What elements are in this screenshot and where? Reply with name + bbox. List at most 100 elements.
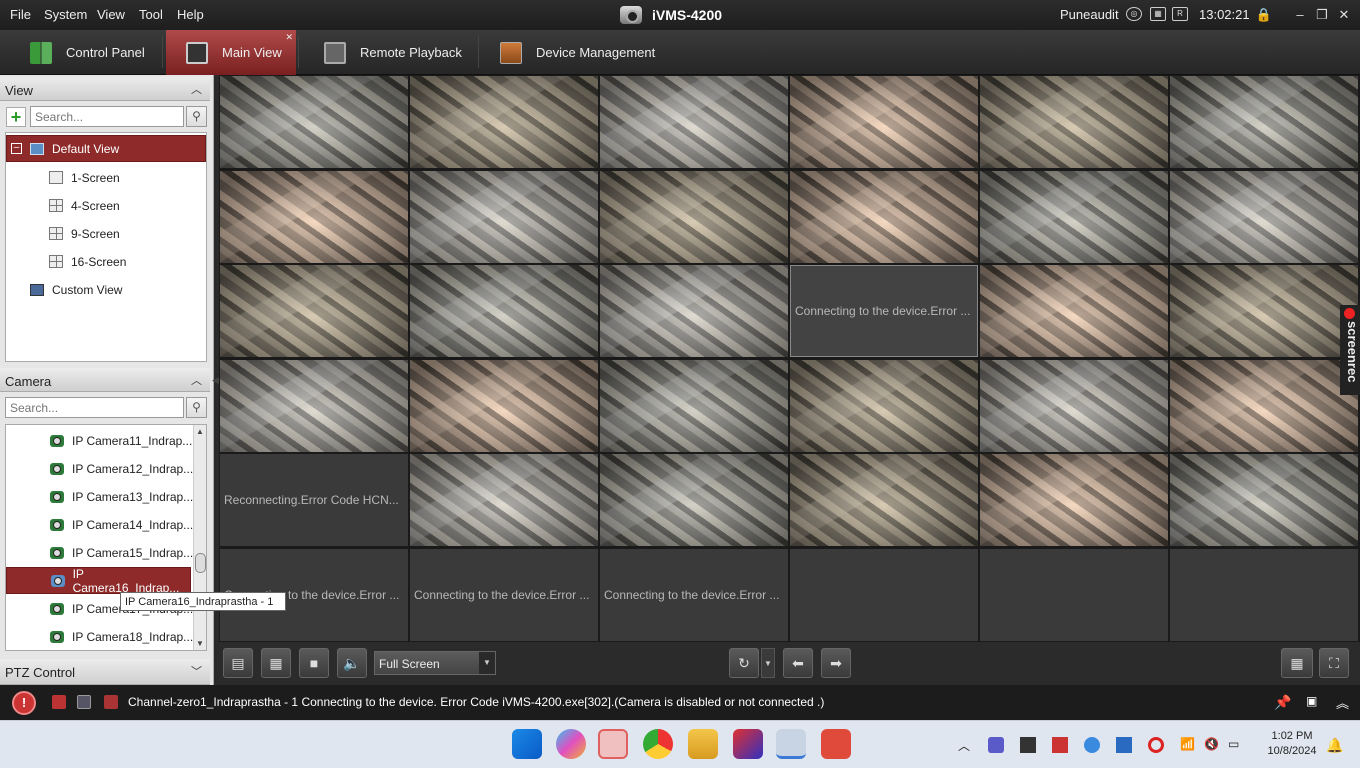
camera-scrollbar[interactable]: ▲ ▼ — [193, 425, 206, 650]
video-tile-empty[interactable] — [1170, 549, 1358, 641]
menu-system[interactable]: System — [44, 7, 87, 22]
tab-control-panel[interactable]: Control Panel — [0, 30, 160, 75]
pin-icon[interactable]: 📌 — [1274, 694, 1291, 711]
video-tile[interactable] — [1170, 360, 1358, 452]
camera-item[interactable]: IP Camera15_Indrap... — [50, 539, 195, 566]
video-tile[interactable] — [410, 171, 598, 263]
ram-icon[interactable]: R — [1172, 7, 1188, 21]
collapse-icon[interactable]: ︿ — [191, 81, 202, 97]
tab-device-management[interactable]: Device Management — [480, 30, 680, 75]
sticky-notes-icon[interactable] — [598, 729, 628, 759]
collapse-tree-icon[interactable]: – — [11, 143, 22, 154]
panel-collapse-arrow-icon[interactable]: ◀ — [212, 375, 219, 386]
onedrive-icon[interactable] — [1084, 737, 1100, 753]
mute-icon[interactable]: 🔈 — [337, 648, 367, 678]
tab-main-view[interactable]: Main View ✕ — [166, 30, 296, 75]
minimize-button[interactable]: – — [1290, 6, 1310, 24]
screen-mode-select[interactable]: Full Screen ▼ — [374, 651, 496, 675]
teams-icon[interactable] — [988, 737, 1004, 753]
alarm-icon[interactable]: ! — [12, 691, 36, 715]
video-tile[interactable] — [600, 171, 788, 263]
camera-search-input[interactable]: Search... — [5, 397, 184, 418]
video-tile[interactable] — [980, 265, 1168, 357]
video-tile[interactable] — [600, 454, 788, 546]
scroll-up-icon[interactable]: ▲ — [196, 427, 204, 436]
chrome-icon[interactable] — [643, 729, 673, 759]
video-tile[interactable] — [410, 454, 598, 546]
video-tile[interactable] — [600, 265, 788, 357]
video-tile[interactable] — [980, 454, 1168, 546]
video-tile[interactable] — [790, 454, 978, 546]
alarm-sound-icon[interactable] — [52, 695, 66, 709]
tab-remote-playback[interactable]: Remote Playback — [300, 30, 476, 75]
camera-item-selected[interactable]: IP Camera16_Indrap... — [6, 567, 191, 595]
wifi-icon[interactable]: 📶 — [1180, 737, 1195, 751]
globe-icon[interactable]: ◎ — [1126, 7, 1142, 21]
video-tile[interactable] — [600, 360, 788, 452]
save-view-icon[interactable]: ▤ — [223, 648, 253, 678]
screenrec-watermark[interactable]: screenrec — [1340, 305, 1360, 395]
file-explorer-icon[interactable] — [688, 729, 718, 759]
video-tile[interactable] — [220, 76, 408, 168]
video-tile[interactable] — [790, 360, 978, 452]
windows-start-icon[interactable] — [512, 729, 542, 759]
video-tile[interactable] — [980, 171, 1168, 263]
view-search-input[interactable]: Search... — [30, 106, 184, 127]
scroll-down-icon[interactable]: ▼ — [196, 639, 204, 648]
lock-icon[interactable]: 🔒 — [1254, 6, 1274, 24]
chevron-down-icon[interactable]: ▼ — [479, 652, 495, 674]
ivms-taskbar-icon[interactable] — [776, 729, 806, 759]
video-tile-error[interactable]: Connecting to the device.Error ... — [600, 549, 788, 641]
tree-item-default-view[interactable]: – Default View — [6, 135, 206, 162]
window-division-icon[interactable]: ▦ — [1281, 648, 1313, 678]
add-view-icon[interactable]: + — [6, 107, 26, 127]
video-tile[interactable] — [980, 76, 1168, 168]
taskbar-clock[interactable]: 1:02 PM 10/8/2024 — [1262, 729, 1322, 759]
auto-switch-icon[interactable]: ↻ — [729, 648, 759, 678]
previous-page-icon[interactable]: ⬅ — [783, 648, 813, 678]
video-tile[interactable] — [220, 360, 408, 452]
menu-help[interactable]: Help — [177, 7, 204, 22]
camera-search-icon[interactable]: ⚲ — [186, 397, 207, 418]
ptz-panel-header[interactable]: PTZ Control ﹀ — [0, 659, 210, 685]
menu-tool[interactable]: Tool — [139, 7, 163, 22]
menu-file[interactable]: File — [10, 7, 31, 22]
save-view-as-icon[interactable]: ▦ — [261, 648, 291, 678]
video-tile[interactable] — [220, 265, 408, 357]
video-tile[interactable] — [1170, 265, 1358, 357]
app-icon[interactable] — [733, 729, 763, 759]
view-panel-header[interactable]: View ︿ — [0, 77, 210, 101]
keyboard-icon[interactable]: ▦ — [1150, 7, 1166, 21]
view-search-icon[interactable]: ⚲ — [186, 106, 207, 127]
user-name[interactable]: Puneaudit — [1060, 7, 1119, 22]
camera-item[interactable]: IP Camera13_Indrap... — [50, 483, 195, 510]
video-tile[interactable] — [1170, 76, 1358, 168]
collapse-icon[interactable]: ︿ — [191, 372, 202, 388]
notification-bell-icon[interactable]: 🔔 — [1326, 737, 1343, 754]
video-tile[interactable] — [410, 76, 598, 168]
expand-icon[interactable]: ﹀ — [191, 663, 202, 679]
tab-close-icon[interactable]: ✕ — [285, 32, 293, 43]
video-tile[interactable] — [410, 265, 598, 357]
expand-up-icon[interactable]: ︽ — [1336, 693, 1349, 712]
camera-item[interactable]: IP Camera12_Indrap... — [50, 455, 195, 482]
video-tile-error[interactable]: Reconnecting.Error Code HCN... — [220, 454, 408, 546]
mute-alarm-icon[interactable] — [104, 695, 118, 709]
tree-item-9-screen[interactable]: 9-Screen — [49, 220, 199, 247]
video-tile[interactable] — [410, 360, 598, 452]
camera-item[interactable]: IP Camera14_Indrap... — [50, 511, 195, 538]
camera-item[interactable]: IP Camera11_Indrap... — [50, 427, 195, 454]
camera-panel-header[interactable]: Camera ︿ — [0, 368, 210, 392]
copilot-icon[interactable] — [556, 729, 586, 759]
video-tile[interactable] — [220, 171, 408, 263]
menu-view[interactable]: View — [97, 7, 125, 22]
video-tile[interactable] — [1170, 454, 1358, 546]
video-tile[interactable] — [980, 360, 1168, 452]
tray-app-icon[interactable] — [1052, 737, 1068, 753]
tray-overflow-icon[interactable]: ︿ — [958, 737, 970, 754]
window-icon[interactable]: ▣ — [1306, 694, 1317, 708]
video-tile-error[interactable]: Connecting to the device.Error ... — [410, 549, 598, 641]
video-tile-error[interactable]: Connecting to the device.Error ... — [790, 265, 978, 357]
video-tile[interactable] — [1170, 171, 1358, 263]
tree-item-1-screen[interactable]: 1-Screen — [49, 164, 199, 191]
